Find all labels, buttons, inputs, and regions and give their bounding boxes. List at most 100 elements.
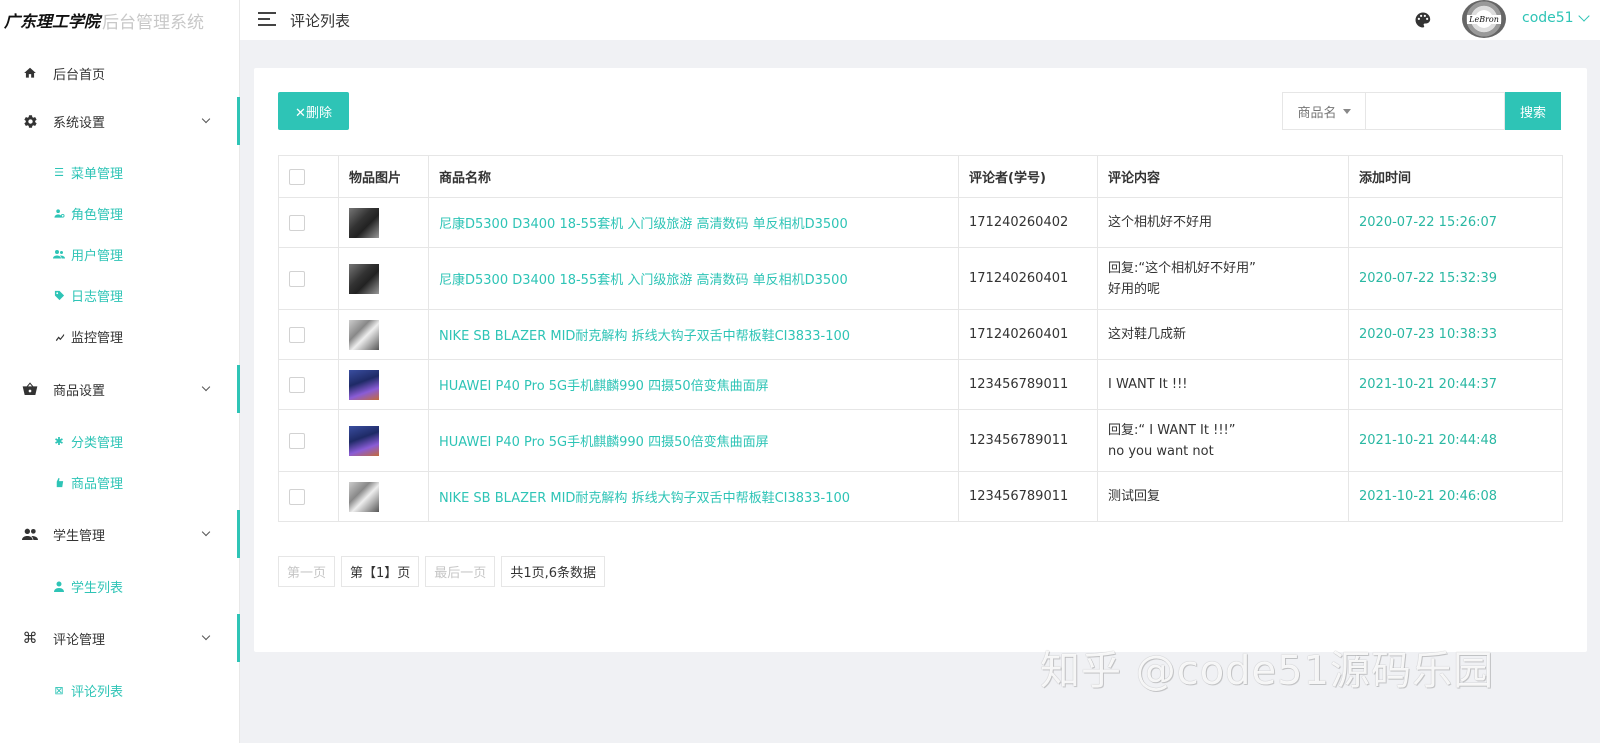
sidebar-item-users[interactable]: 用户管理: [0, 235, 240, 273]
column-header: 商品名称: [428, 155, 959, 198]
logo-system-name: 后台管理系统: [102, 12, 205, 33]
search-input[interactable]: [1365, 92, 1505, 130]
list-icon: ☰: [54, 165, 64, 179]
row-checkbox[interactable]: [289, 214, 305, 231]
added-time: 2020-07-22 15:32:39: [1348, 247, 1563, 310]
logo-school-name: 广东理工学院: [4, 12, 101, 31]
row-checkbox[interactable]: [289, 326, 305, 343]
sidebar-item-role[interactable]: 角色管理: [0, 194, 240, 232]
added-time: 2021-10-21 20:44:48: [1348, 409, 1563, 472]
commenter-id: 171240260402: [958, 197, 1098, 248]
comment-content: 回复:“这个相机好不好用” 好用的呢: [1097, 247, 1349, 310]
delete-button[interactable]: ✕删除: [278, 92, 349, 130]
comment-content: 这对鞋几成新: [1097, 309, 1349, 360]
row-checkbox[interactable]: [289, 376, 305, 393]
commenter-id: 123456789011: [958, 471, 1098, 522]
users-icon: [53, 248, 65, 260]
sidebar-item-menu[interactable]: ☰ 菜单管理: [0, 153, 240, 191]
pagination: 第一页 第【1】页 最后一页 共1页,6条数据: [278, 556, 605, 587]
watermark: 知乎 @code51源码乐园: [1040, 648, 1495, 694]
menu-toggle-icon[interactable]: [258, 12, 276, 26]
sidebar-item-monitor[interactable]: 监控管理: [0, 317, 240, 355]
comment-line: 回复:“这个相机好不好用”: [1108, 260, 1256, 276]
added-time: 2020-07-23 10:38:33: [1348, 309, 1563, 360]
product-name-link[interactable]: HUAWEI P40 Pro 5G手机麒麟990 四摄50倍变焦曲面屏: [428, 359, 959, 410]
row-checkbox[interactable]: [289, 432, 305, 449]
table-row[interactable]: NIKE SB BLAZER MID耐克解构 拆线大钩子双舌中帮板鞋CI3833…: [278, 471, 1563, 522]
sidebar-group-comment[interactable]: ⌘ 评论管理: [0, 614, 240, 662]
sidebar-item-label: 监控管理: [71, 330, 124, 346]
product-name-link[interactable]: HUAWEI P40 Pro 5G手机麒麟990 四摄50倍变焦曲面屏: [428, 409, 959, 472]
chevron-down-icon: [201, 631, 211, 641]
sidebar-item-goods[interactable]: 商品管理: [0, 463, 240, 501]
sidebar-item-comment-list[interactable]: ⊠ 评论列表: [0, 671, 240, 709]
product-image: [349, 369, 379, 400]
user-icon: [53, 580, 65, 592]
chevron-down-icon: [201, 527, 211, 537]
product-image: [349, 319, 379, 350]
avatar[interactable]: LeBron: [1462, 0, 1506, 38]
comment-content: 回复:“ I WANT It !!!” no you want not: [1097, 409, 1349, 472]
added-time: 2020-07-22 15:26:07: [1348, 197, 1563, 248]
table-row[interactable]: HUAWEI P40 Pro 5G手机麒麟990 四摄50倍变焦曲面屏 1234…: [278, 409, 1563, 472]
commenter-id: 123456789011: [958, 359, 1098, 410]
comment-line: 回复:“ I WANT It !!!”: [1108, 422, 1236, 438]
product-name-link[interactable]: NIKE SB BLAZER MID耐克解构 拆线大钩子双舌中帮板鞋CI3833…: [428, 471, 959, 522]
sidebar-group-label: 学生管理: [53, 528, 106, 544]
select-all-checkbox[interactable]: [289, 168, 305, 185]
product-image: [349, 481, 379, 512]
table-row[interactable]: 尼康D5300 D3400 18-55套机 入门级旅游 高清数码 单反相机D35…: [278, 197, 1563, 248]
user-menu[interactable]: code51: [1522, 10, 1590, 26]
select-all-cell: [278, 155, 339, 198]
sidebar-group-system[interactable]: 系统设置: [0, 97, 240, 145]
sidebar-group-label: 商品设置: [53, 383, 106, 399]
sidebar-item-label: 分类管理: [71, 435, 124, 451]
product-image: [349, 425, 379, 456]
caret-down-icon: [1342, 108, 1351, 114]
sidebar-group-student[interactable]: 学生管理: [0, 510, 240, 558]
asterisk-icon: ✱: [54, 434, 64, 448]
search-field-label: 商品名: [1297, 105, 1337, 121]
sidebar-item-student-list[interactable]: 学生列表: [0, 567, 240, 605]
first-page-button[interactable]: 第一页: [278, 556, 336, 587]
product-name-link[interactable]: 尼康D5300 D3400 18-55套机 入门级旅游 高清数码 单反相机D35…: [428, 197, 959, 248]
table-row[interactable]: NIKE SB BLAZER MID耐克解构 拆线大钩子双舌中帮板鞋CI3833…: [278, 309, 1563, 360]
column-header: 物品图片: [338, 155, 429, 198]
last-page-button[interactable]: 最后一页: [425, 556, 496, 587]
table-row[interactable]: 尼康D5300 D3400 18-55套机 入门级旅游 高清数码 单反相机D35…: [278, 247, 1563, 310]
sidebar-item-category[interactable]: ✱ 分类管理: [0, 422, 240, 460]
sidebar-item-label: 角色管理: [71, 207, 124, 223]
search-field-select[interactable]: 商品名: [1282, 92, 1365, 130]
search-bar: 商品名 搜索: [1282, 92, 1561, 130]
search-button[interactable]: 搜索: [1505, 92, 1561, 130]
comment-content: I WANT It !!!: [1097, 359, 1349, 410]
top-header: 广东理工学院 后台管理系统 评论列表 LeBron code51: [0, 0, 1600, 40]
row-checkbox[interactable]: [289, 270, 305, 287]
sidebar-item-logs[interactable]: 日志管理: [0, 276, 240, 314]
comment-line: 好用的呢: [1108, 281, 1161, 297]
column-header: 添加时间: [1348, 155, 1563, 198]
content-card: ✕删除 商品名 搜索 物品图片 商品名称 评论者(学号) 评论内容 添加时间 尼…: [254, 68, 1587, 652]
row-checkbox[interactable]: [289, 488, 305, 505]
column-header: 评论者(学号): [958, 155, 1098, 198]
avatar-text: LeBron: [1467, 14, 1501, 24]
product-name-link[interactable]: 尼康D5300 D3400 18-55套机 入门级旅游 高清数码 单反相机D35…: [428, 247, 959, 310]
table-row[interactable]: HUAWEI P40 Pro 5G手机麒麟990 四摄50倍变焦曲面屏 1234…: [278, 359, 1563, 410]
palette-icon[interactable]: [1414, 11, 1432, 29]
username-label: code51: [1522, 10, 1574, 26]
commenter-id: 123456789011: [958, 409, 1098, 472]
monitor-icon: [53, 330, 65, 342]
chevron-down-icon: [201, 114, 211, 124]
hand-icon: [53, 476, 65, 488]
sidebar-group-label: 评论管理: [53, 632, 106, 648]
product-name-link[interactable]: NIKE SB BLAZER MID耐克解构 拆线大钩子双舌中帮板鞋CI3833…: [428, 309, 959, 360]
page-title: 评论列表: [290, 12, 351, 30]
comment-content: 测试回复: [1097, 471, 1349, 522]
comment-content: 这个相机好不好用: [1097, 197, 1349, 248]
chevron-down-icon: [201, 382, 211, 392]
sidebar-group-product[interactable]: 商品设置: [0, 365, 240, 413]
commenter-id: 171240260401: [958, 247, 1098, 310]
current-page-button[interactable]: 第【1】页: [341, 556, 420, 587]
added-time: 2021-10-21 20:44:37: [1348, 359, 1563, 410]
sidebar-item-home[interactable]: 后台首页: [0, 49, 240, 97]
